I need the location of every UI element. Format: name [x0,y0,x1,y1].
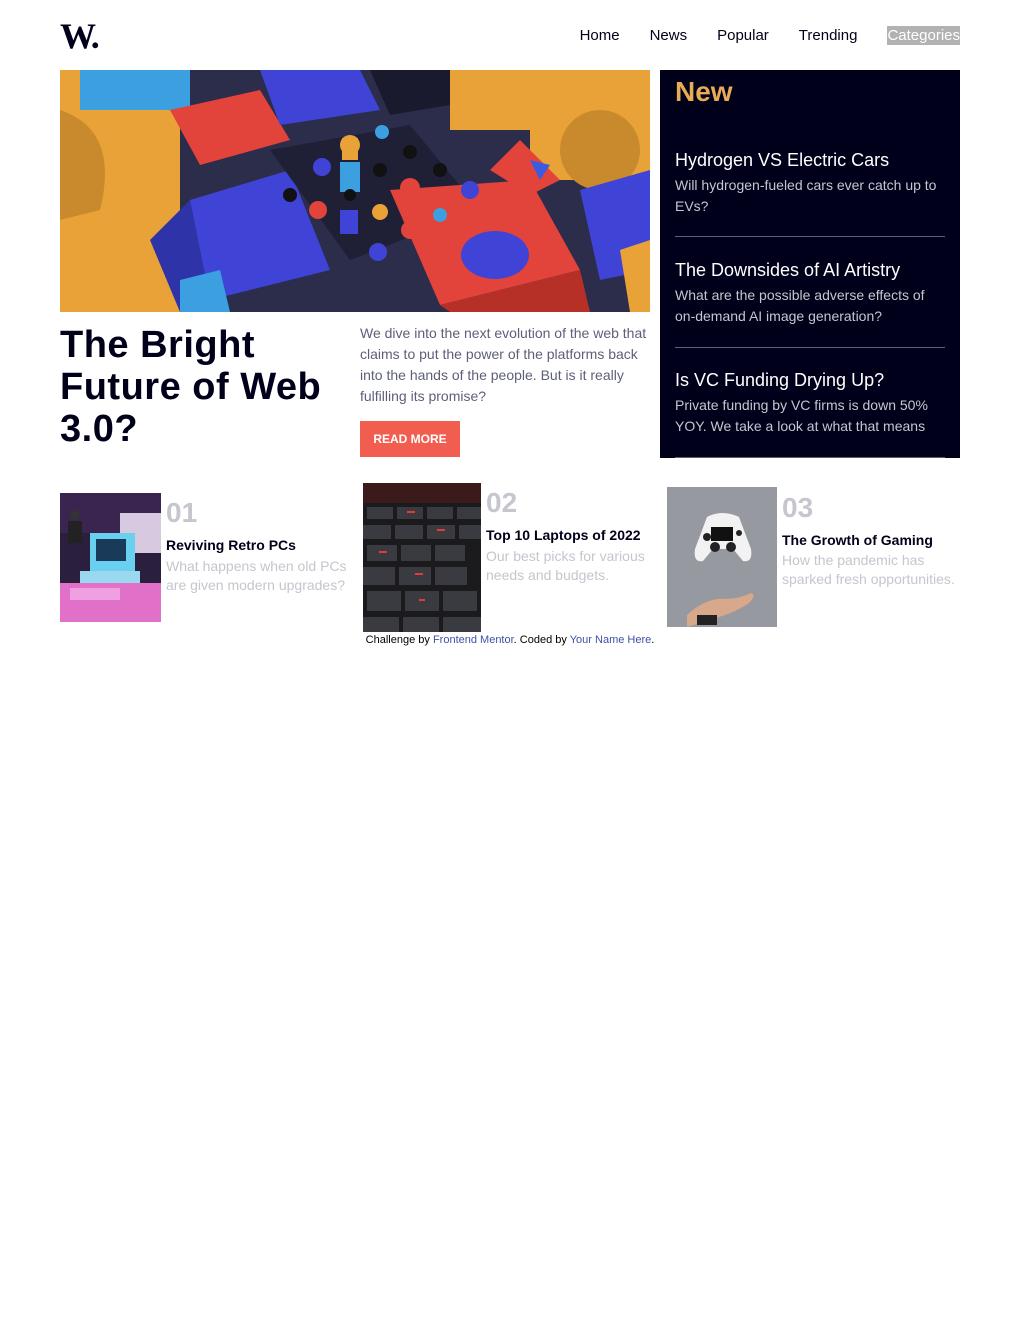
new-item-text: Will hydrogen-fueled cars ever catch up … [675,177,937,214]
author-link[interactable]: Your Name Here [570,634,652,646]
new-item-title[interactable]: The Downsides of AI Artistry [675,259,945,281]
new-item-title[interactable]: Is VC Funding Drying Up? [675,369,945,391]
new-heading: New [675,76,733,107]
frontend-mentor-link[interactable]: Frontend Mentor [433,634,514,646]
nav-news[interactable]: News [650,26,688,45]
new-item: Is VC Funding Drying Up? Private funding… [675,369,945,437]
hero-title: The Bright Future of Web 3.0? [60,324,322,450]
hero-description: We dive into the next evolution of the w… [360,325,647,404]
new-item-text: What are the possible adverse effects of… [675,287,925,324]
nav-trending[interactable]: Trending [799,26,858,45]
card-number: 01 [166,497,198,528]
read-more-button[interactable]: READ MORE [360,421,460,457]
new-item-title[interactable]: Hydrogen VS Electric Cars [675,149,945,171]
card-title[interactable]: Top 10 Laptops of 2022 [486,526,641,544]
laptop-keyboard-image [363,483,481,632]
attribution-suffix: . [651,634,655,646]
new-item: The Downsides of AI Artistry What are th… [675,259,945,327]
card-title[interactable]: Reviving Retro PCs [166,536,296,554]
attribution-prefix: Challenge by [365,634,433,646]
new-item-text: Private funding by VC firms is down 50% … [675,397,928,434]
card-title[interactable]: The Growth of Gaming [782,531,933,549]
attribution: Challenge by Frontend Mentor. Coded by Y… [0,633,1020,647]
site-logo[interactable]: W. [60,18,100,54]
gaming-controller-image [667,487,777,627]
card-number: 02 [486,487,518,518]
card-number: 03 [782,492,814,523]
new-item: Hydrogen VS Electric Cars Will hydrogen-… [675,149,945,217]
divider [675,347,945,348]
card-description: What happens when old PCs are given mode… [166,558,347,593]
retro-pc-image [60,493,161,622]
card-description: Our best picks for various needs and bud… [486,548,645,583]
hero-image [60,70,650,312]
main-nav: Home News Popular Trending Categories [580,26,960,45]
divider [675,236,945,237]
nav-categories[interactable]: Categories [887,26,960,45]
new-panel: New Hydrogen VS Electric Cars Will hydro… [660,70,960,458]
nav-home[interactable]: Home [580,26,620,45]
hero-illustration [60,70,650,312]
attribution-middle: . Coded by [513,634,570,646]
divider [675,457,945,458]
nav-popular[interactable]: Popular [717,26,769,45]
card-description: How the pandemic has sparked fresh oppor… [782,552,955,587]
